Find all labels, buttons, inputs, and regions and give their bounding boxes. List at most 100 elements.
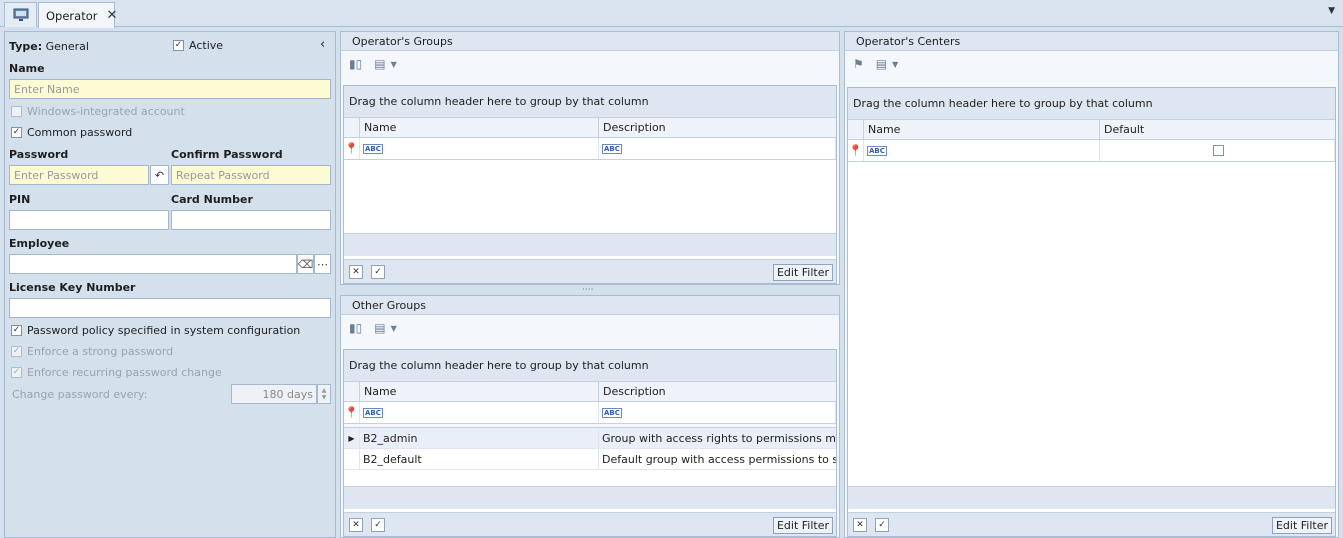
operators-groups-panel: Operator's Groups ▮▯ ▤ ▼ Drag the column… — [340, 31, 840, 285]
other-groups-title: Other Groups — [341, 296, 839, 315]
chevron-down-icon[interactable]: ▼ — [1328, 6, 1335, 16]
col-description[interactable]: Description — [599, 382, 836, 401]
type-row: Type: General — [9, 40, 89, 53]
clear-filter-icon[interactable]: ✕ — [349, 517, 363, 532]
recurring-change-checkbox[interactable]: ✓ Enforce recurring password change — [11, 366, 222, 379]
groups-filter-bar: ✕ ✓ Edit Filter — [344, 259, 836, 283]
name-label: Name — [9, 62, 45, 75]
abc-icon: ABC — [363, 143, 383, 154]
pin-input[interactable] — [9, 210, 169, 230]
change-every-input[interactable]: 180 days — [231, 384, 317, 404]
filter-name-cell[interactable]: ABC — [864, 140, 1100, 161]
edit-filter-button[interactable]: Edit Filter — [772, 264, 833, 281]
check-icon: ✓ — [173, 40, 184, 51]
name-input[interactable]: Enter Name — [9, 79, 331, 99]
header-spacer — [344, 382, 360, 401]
centers-filter-bar: ✕ ✓ Edit Filter — [848, 512, 1335, 536]
edit-filter-button[interactable]: Edit Filter — [1271, 517, 1332, 534]
flag-icon[interactable]: ⚑ — [853, 57, 864, 71]
password-policy-label: Password policy specified in system conf… — [27, 324, 301, 337]
col-default[interactable]: Default — [1100, 120, 1335, 139]
view-options-icon[interactable]: ▤ ▼ — [876, 57, 899, 71]
edit-filter-button[interactable]: Edit Filter — [772, 517, 833, 534]
more-icon[interactable]: ⋯ — [314, 254, 331, 274]
col-name[interactable]: Name — [864, 120, 1100, 139]
group-add-icon[interactable]: ▮▯ — [349, 57, 362, 71]
enable-filter-checkbox[interactable]: ✓ — [875, 517, 889, 532]
enable-filter-checkbox[interactable]: ✓ — [371, 517, 385, 532]
license-key-label: License Key Number — [9, 281, 136, 294]
view-options-icon[interactable]: ▤ ▼ — [374, 321, 397, 335]
close-icon[interactable]: ✕ — [106, 8, 117, 23]
groups-filter-row: 📍 ABC ABC — [344, 138, 836, 160]
groups-grid-footer — [344, 233, 836, 256]
filter-description-cell[interactable]: ABC — [599, 138, 836, 159]
common-password-checkbox[interactable]: ✓ Common password — [11, 126, 132, 139]
row-indicator — [344, 449, 360, 469]
centers-grid-footer — [848, 486, 1335, 509]
abc-icon: ABC — [867, 145, 887, 156]
row-description: Default group with access permissions to… — [602, 452, 836, 466]
spinner-icon[interactable]: ▲ ▼ — [317, 384, 331, 404]
name-placeholder: Enter Name — [14, 82, 80, 96]
common-password-label: Common password — [27, 126, 133, 139]
other-groups-filter-row: 📍 ABC ABC — [344, 402, 836, 424]
type-label: Type: — [9, 40, 43, 53]
employee-input[interactable] — [9, 254, 297, 274]
filter-pin-icon: 📍 — [344, 138, 360, 159]
password-input[interactable]: Enter Password — [9, 165, 149, 185]
filter-pin-icon: 📍 — [848, 140, 864, 161]
filter-pin-icon: 📍 — [344, 402, 360, 423]
col-description[interactable]: Description — [599, 118, 836, 137]
desktop-icon[interactable] — [4, 2, 37, 27]
license-key-input[interactable] — [9, 298, 331, 318]
filter-description-cell[interactable]: ABC — [599, 402, 836, 423]
groups-toolbar: ▮▯ ▤ ▼ — [341, 51, 839, 77]
undo-icon[interactable]: ↶ — [150, 165, 169, 185]
change-every-label: Change password every: — [12, 388, 148, 401]
col-name[interactable]: Name — [360, 382, 599, 401]
check-icon: ✓ — [11, 346, 22, 357]
row-description: Group with access rights to permissions … — [602, 431, 836, 445]
password-policy-checkbox[interactable]: ✓ Password policy specified in system co… — [11, 324, 300, 337]
tab-operator[interactable]: Operator ✕ — [38, 2, 117, 28]
row-name: B2_default — [360, 449, 599, 469]
card-number-input[interactable] — [171, 210, 331, 230]
strong-password-checkbox[interactable]: ✓ Enforce a strong password — [11, 345, 173, 358]
operator-form: Type: General ✓ Active ‹ Name Enter Name… — [4, 31, 336, 538]
abc-icon: ABC — [363, 407, 383, 418]
other-groups-toolbar: ▮▯ ▤ ▼ — [341, 315, 839, 341]
filter-default-cell[interactable] — [1100, 140, 1335, 161]
enable-filter-checkbox[interactable]: ✓ — [371, 264, 385, 279]
filter-name-cell[interactable]: ABC — [360, 138, 599, 159]
active-label: Active — [189, 39, 224, 52]
employee-label: Employee — [9, 237, 70, 250]
other-groups-header: Name Description — [344, 382, 836, 402]
eraser-icon[interactable]: ⌫ — [297, 254, 314, 274]
groups-header: Name Description — [344, 118, 836, 138]
confirm-password-placeholder: Repeat Password — [176, 168, 270, 182]
confirm-password-input[interactable]: Repeat Password — [171, 165, 331, 185]
clear-filter-icon[interactable]: ✕ — [853, 517, 867, 532]
windows-integrated-checkbox[interactable]: Windows-integrated account — [11, 105, 185, 118]
centers-toolbar: ⚑ ▤ ▼ — [845, 51, 1338, 77]
col-name[interactable]: Name — [360, 118, 599, 137]
table-row[interactable]: ▶ B2_admin Group with access rights to p… — [344, 428, 836, 449]
abc-icon: ABC — [602, 407, 622, 418]
clear-filter-icon[interactable]: ✕ — [349, 264, 363, 279]
view-options-icon[interactable]: ▤ ▼ — [374, 57, 397, 71]
change-every-value: 180 days — [262, 387, 313, 401]
table-row[interactable]: B2_default Default group with access per… — [344, 449, 836, 470]
active-checkbox[interactable]: ✓ Active — [173, 39, 223, 52]
group-add-icon[interactable]: ▮▯ — [349, 321, 362, 335]
check-icon: ✓ — [11, 325, 22, 336]
type-value: General — [45, 40, 89, 53]
checkbox-icon — [11, 106, 22, 117]
centers-header: Name Default — [848, 120, 1335, 140]
collapse-icon[interactable]: ‹ — [320, 37, 325, 52]
checkbox-icon[interactable] — [1213, 145, 1224, 156]
operators-centers-title: Operator's Centers — [845, 32, 1338, 51]
splitter-handle[interactable]: ···· — [582, 285, 593, 295]
other-groups-filter-bar: ✕ ✓ Edit Filter — [344, 512, 836, 536]
filter-name-cell[interactable]: ABC — [360, 402, 599, 423]
